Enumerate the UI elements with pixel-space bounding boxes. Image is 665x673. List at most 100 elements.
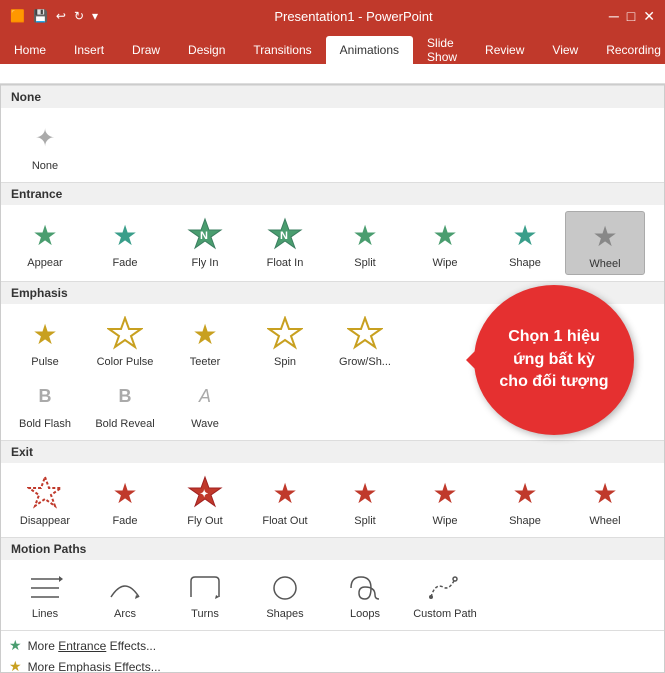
section-exit: Exit bbox=[1, 440, 664, 463]
tab-review[interactable]: Review bbox=[471, 36, 538, 64]
animation-colorpulse[interactable]: Color Pulse bbox=[85, 310, 165, 372]
minimize-button[interactable]: ─ bbox=[609, 8, 619, 25]
arcs-icon bbox=[105, 570, 145, 606]
boldreveal-icon: B bbox=[105, 376, 145, 416]
custom-path-icon bbox=[425, 570, 465, 606]
floatout-label: Float Out bbox=[262, 515, 307, 527]
undo-icon[interactable]: ↩ bbox=[56, 9, 66, 23]
tab-draw[interactable]: Draw bbox=[118, 36, 174, 64]
more-effects-section: ★ More Entrance Effects... ★ More Emphas… bbox=[1, 630, 664, 673]
animation-none[interactable]: ✦ None bbox=[5, 114, 85, 176]
none-icon: ✦ bbox=[25, 118, 65, 158]
more-emphasis-effects[interactable]: ★ More Emphasis Effects... bbox=[1, 656, 664, 673]
save-icon[interactable]: 💾 bbox=[33, 9, 48, 23]
animation-flyin[interactable]: N Fly In bbox=[165, 211, 245, 275]
split-exit-icon: ★ bbox=[345, 473, 385, 513]
pulse-icon: ★ bbox=[25, 314, 65, 354]
animation-floatin[interactable]: N Float In bbox=[245, 211, 325, 275]
close-button[interactable]: ✕ bbox=[643, 8, 655, 25]
motion-turns[interactable]: Turns bbox=[165, 566, 245, 624]
animation-disappear[interactable]: Disappear bbox=[5, 469, 85, 531]
pulse-label: Pulse bbox=[31, 356, 59, 368]
loops-label: Loops bbox=[350, 608, 380, 620]
animation-wipe-entrance[interactable]: ★ Wipe bbox=[405, 211, 485, 275]
animation-shape-exit[interactable]: ★ Shape bbox=[485, 469, 565, 531]
more-entrance-effects[interactable]: ★ More Entrance Effects... bbox=[1, 635, 664, 656]
wheel-exit-icon: ★ bbox=[585, 473, 625, 513]
wave-label: Wave bbox=[191, 418, 219, 430]
animation-appear[interactable]: ★ Appear bbox=[5, 211, 85, 275]
animation-floatout[interactable]: ★ Float Out bbox=[245, 469, 325, 531]
tab-transitions[interactable]: Transitions bbox=[239, 36, 325, 64]
redo-icon[interactable]: ↻ bbox=[74, 9, 84, 23]
section-entrance: Entrance bbox=[1, 182, 664, 205]
appear-icon: ★ bbox=[25, 215, 65, 255]
fade-exit-icon: ★ bbox=[105, 473, 145, 513]
tab-home[interactable]: Home bbox=[0, 36, 60, 64]
fade-exit-label: Fade bbox=[112, 515, 137, 527]
animation-grow[interactable]: Grow/Sh... bbox=[325, 310, 405, 372]
wipe-exit-icon: ★ bbox=[425, 473, 465, 513]
disappear-icon bbox=[25, 473, 65, 513]
more-emphasis-label: More Emphasis Effects... bbox=[28, 660, 161, 673]
motion-loops[interactable]: Loops bbox=[325, 566, 405, 624]
animation-spin[interactable]: Spin bbox=[245, 310, 325, 372]
floatout-icon: ★ bbox=[265, 473, 305, 513]
title-bar-icons[interactable]: 🟧 💾 ↩ ↻ ▾ bbox=[10, 9, 98, 23]
app-icon: 🟧 bbox=[10, 9, 25, 23]
shapes-label: Shapes bbox=[266, 608, 303, 620]
motion-shapes[interactable]: Shapes bbox=[245, 566, 325, 624]
svg-text:N: N bbox=[280, 230, 288, 242]
animation-fade-entrance[interactable]: ★ Fade bbox=[85, 211, 165, 275]
animation-fade-exit[interactable]: ★ Fade bbox=[85, 469, 165, 531]
motion-lines[interactable]: Lines bbox=[5, 566, 85, 624]
maximize-button[interactable]: □ bbox=[627, 8, 635, 25]
animation-boldflash[interactable]: B Bold Flash bbox=[5, 372, 85, 434]
teeter-label: Teeter bbox=[190, 356, 221, 368]
tab-slideshow[interactable]: Slide Show bbox=[413, 36, 471, 64]
fade-entrance-icon: ★ bbox=[105, 215, 145, 255]
appear-label: Appear bbox=[27, 257, 62, 269]
motion-arcs[interactable]: Arcs bbox=[85, 566, 165, 624]
turns-label: Turns bbox=[191, 608, 219, 620]
animation-split-exit[interactable]: ★ Split bbox=[325, 469, 405, 531]
none-label: None bbox=[32, 160, 58, 172]
tab-design[interactable]: Design bbox=[174, 36, 239, 64]
spin-label: Spin bbox=[274, 356, 296, 368]
flyin-label: Fly In bbox=[192, 257, 219, 269]
tab-animations[interactable]: Animations bbox=[326, 36, 413, 64]
animation-wheel-entrance[interactable]: ★ Wheel bbox=[565, 211, 645, 275]
loops-icon bbox=[345, 570, 385, 606]
flyout-icon: ✦ bbox=[185, 473, 225, 513]
title-bar: 🟧 💾 ↩ ↻ ▾ Presentation1 - PowerPoint ─ □… bbox=[0, 0, 665, 32]
floatin-label: Float In bbox=[267, 257, 304, 269]
motion-paths-grid: Lines Arcs Turns bbox=[1, 560, 664, 630]
animation-flyout[interactable]: ✦ Fly Out bbox=[165, 469, 245, 531]
animation-shape-entrance[interactable]: ★ Shape bbox=[485, 211, 565, 275]
tab-insert[interactable]: Insert bbox=[60, 36, 118, 64]
window-controls[interactable]: ─ □ ✕ bbox=[609, 8, 655, 25]
animation-split-entrance[interactable]: ★ Split bbox=[325, 211, 405, 275]
shape-entrance-label: Shape bbox=[509, 257, 541, 269]
ribbon-tabs: Home Insert Draw Design Transitions Anim… bbox=[0, 32, 665, 64]
flyin-icon: N bbox=[185, 215, 225, 255]
wheel-entrance-label: Wheel bbox=[589, 258, 620, 270]
grow-label: Grow/Sh... bbox=[339, 356, 391, 368]
spin-icon bbox=[265, 314, 305, 354]
tab-recording[interactable]: Recording bbox=[592, 36, 665, 64]
animation-wheel-exit[interactable]: ★ Wheel bbox=[565, 469, 645, 531]
boldflash-label: Bold Flash bbox=[19, 418, 71, 430]
wave-icon: A bbox=[185, 376, 225, 416]
animation-wipe-exit[interactable]: ★ Wipe bbox=[405, 469, 485, 531]
animation-pulse[interactable]: ★ Pulse bbox=[5, 310, 85, 372]
split-exit-label: Split bbox=[354, 515, 375, 527]
animation-teeter[interactable]: ★ Teeter bbox=[165, 310, 245, 372]
section-motion-paths: Motion Paths bbox=[1, 537, 664, 560]
arcs-label: Arcs bbox=[114, 608, 136, 620]
animation-wave[interactable]: A Wave bbox=[165, 372, 245, 434]
tab-view[interactable]: View bbox=[538, 36, 592, 64]
motion-custom-path[interactable]: Custom Path bbox=[405, 566, 485, 624]
wipe-exit-label: Wipe bbox=[432, 515, 457, 527]
turns-icon bbox=[185, 570, 225, 606]
animation-boldreveal[interactable]: B Bold Reveal bbox=[85, 372, 165, 434]
